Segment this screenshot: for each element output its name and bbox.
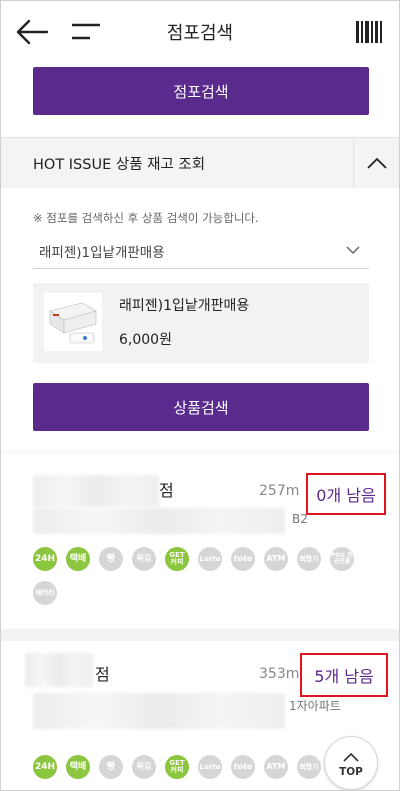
service-atm-icon: ATM — [264, 547, 288, 571]
store-name-suffix: 점 — [159, 481, 174, 500]
top-label: TOP — [339, 766, 363, 778]
service-bread-icon: 빵 — [99, 547, 123, 571]
chevron-down-icon — [346, 246, 360, 255]
product-select[interactable]: 래피젠)1입낱개판매용 — [33, 232, 369, 269]
blurred-store-address — [33, 508, 285, 534]
blurred-store-address — [33, 693, 285, 729]
service-fried-icon: 튀김 — [132, 755, 156, 779]
service-lotto-icon: Lotto — [198, 547, 222, 571]
store-floor: B2 — [292, 512, 308, 526]
service-delivery-icon: 택배 — [66, 755, 90, 779]
barcode-button[interactable] — [355, 19, 383, 45]
service-coffee-icon: GET 커피 — [165, 755, 189, 779]
service-toto-icon: toto — [231, 547, 255, 571]
stock-count: 0개 남음 — [306, 473, 386, 515]
chevron-up-icon — [367, 157, 387, 169]
service-atm-icon: ATM — [264, 755, 288, 779]
blurred-store-name — [25, 653, 93, 687]
page-title: 점포검색 — [166, 23, 234, 44]
service-bread-icon: 빵 — [99, 755, 123, 779]
service-copier-icon: 복합기 — [297, 547, 321, 571]
select-value: 래피젠)1입낱개판매용 — [39, 245, 165, 261]
service-delivery-icon: 택배 — [66, 547, 90, 571]
service-battery-icon: 배터리 — [33, 581, 57, 605]
service-24h-icon: 24H — [33, 547, 57, 571]
product-price: 6,000원 — [119, 332, 172, 348]
hot-issue-bar[interactable]: HOT ISSUE 상품 재고 조회 — [1, 137, 399, 189]
collapse-toggle[interactable] — [353, 138, 399, 188]
service-pos-cash-icon: POS 현금인출 — [330, 547, 354, 571]
app-frame: 점포검색 점포검색 HOT ISSUE 상품 재고 조회 ※ 점포를 검색하신 … — [0, 0, 400, 791]
product-name: 래피젠)1입낱개판매용 — [119, 298, 250, 314]
service-24h-icon: 24H — [33, 755, 57, 779]
service-toto-icon: toto — [231, 755, 255, 779]
store-name-suffix: 점 — [95, 665, 110, 684]
blurred-store-name — [33, 475, 159, 507]
service-coffee-icon: GET 커피 — [165, 547, 189, 571]
service-lotto-icon: Lotto — [198, 755, 222, 779]
store-card[interactable]: 점 257m 0개 남음 B2 24H 택배 빵 튀김 GET 커피 Lotto… — [1, 453, 399, 629]
store-search-section: 점포검색 — [1, 63, 399, 137]
product-image — [44, 293, 102, 351]
product-search-button[interactable]: 상품검색 — [33, 383, 369, 431]
arrow-up-icon — [343, 752, 359, 762]
service-fried-icon: 튀김 — [132, 547, 156, 571]
header: 점포검색 — [1, 1, 399, 63]
store-distance: 353m — [259, 666, 300, 682]
scroll-top-button[interactable]: TOP — [324, 736, 378, 790]
store-distance: 257m — [259, 483, 300, 499]
hot-issue-title: HOT ISSUE 상품 재고 조회 — [33, 157, 206, 173]
barcode-icon — [356, 21, 382, 43]
store-search-button[interactable]: 점포검색 — [33, 67, 369, 115]
stock-count: 5개 남음 — [300, 653, 388, 697]
notice-text: ※ 점포를 검색하신 후 상품 검색이 가능합니다. — [33, 211, 259, 225]
store-floor: 1자아파트 — [289, 699, 341, 713]
service-copier-icon: 복합기 — [297, 755, 321, 779]
product-search-panel: ※ 점포를 검색하신 후 상품 검색이 가능합니다. 래피젠)1입낱개판매용 래… — [1, 188, 399, 452]
product-card: 래피젠)1입낱개판매용 6,000원 — [33, 283, 369, 363]
test-kit-image — [49, 302, 97, 344]
